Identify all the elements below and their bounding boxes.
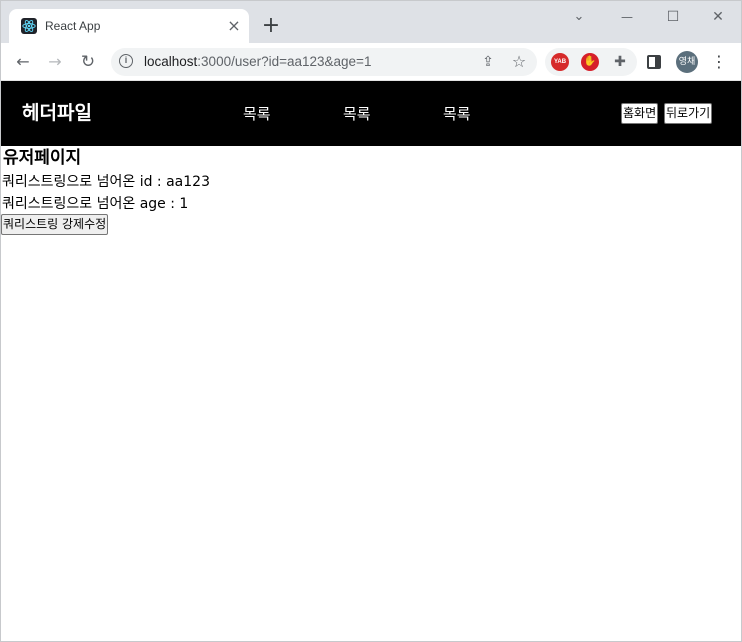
url-text[interactable]: localhost:3000/user?id=aa123&age=1 bbox=[144, 54, 371, 70]
yab-extension-icon[interactable]: YAB bbox=[551, 53, 569, 71]
page-title: 유저페이지 bbox=[3, 148, 82, 168]
force-edit-querystring-button[interactable]: 쿼리스트링 강제수정 bbox=[1, 214, 109, 235]
browser-menu-icon[interactable]: ⋮ bbox=[709, 49, 729, 75]
site-header: 헤더파일 목록 목록 목록 홈화면 뒤로가기 bbox=[1, 81, 741, 146]
maximize-icon[interactable]: ☐ bbox=[653, 5, 693, 29]
forward-arrow-icon[interactable]: → bbox=[42, 49, 68, 75]
browser-toolbar: ← → ↻ i localhost:3000/user?id=aa123&age… bbox=[1, 43, 741, 81]
query-age-text: 쿼리스트링으로 넘어온 age : 1 bbox=[2, 196, 189, 212]
tab-title: React App bbox=[45, 19, 101, 33]
address-bar[interactable]: i localhost:3000/user?id=aa123&age=1 ⇪ ☆ bbox=[111, 48, 537, 76]
extensions-puzzle-icon[interactable]: ✚ bbox=[611, 53, 629, 71]
home-button[interactable]: 홈화면 bbox=[621, 103, 659, 124]
tab-react-app[interactable]: React App × bbox=[9, 9, 249, 43]
bookmark-star-icon[interactable]: ☆ bbox=[508, 51, 530, 73]
tab-search-icon[interactable]: ⌄ bbox=[559, 5, 599, 29]
close-window-icon[interactable]: ✕ bbox=[698, 5, 738, 29]
react-icon bbox=[21, 18, 37, 34]
nav-item-1[interactable]: 목록 bbox=[243, 104, 271, 124]
back-button[interactable]: 뒤로가기 bbox=[664, 103, 713, 124]
nav-item-3[interactable]: 목록 bbox=[443, 104, 471, 124]
new-tab-icon[interactable]: + bbox=[259, 15, 283, 39]
minimize-icon[interactable]: — bbox=[607, 5, 647, 29]
nav-item-2[interactable]: 목록 bbox=[343, 104, 371, 124]
back-arrow-icon[interactable]: ← bbox=[10, 49, 36, 75]
tab-strip: React App × + ⌄ — ☐ ✕ bbox=[1, 1, 741, 43]
url-path: :3000/user?id=aa123&age=1 bbox=[197, 54, 372, 69]
url-host: localhost bbox=[144, 54, 198, 69]
extensions-group: YAB ✋ ✚ bbox=[545, 48, 637, 76]
reload-icon[interactable]: ↻ bbox=[75, 49, 101, 75]
site-logo: 헤더파일 bbox=[22, 102, 92, 124]
share-icon[interactable]: ⇪ bbox=[477, 51, 499, 73]
query-id-text: 쿼리스트링으로 넘어온 id : aa123 bbox=[2, 174, 210, 190]
site-info-icon[interactable]: i bbox=[119, 54, 133, 68]
side-panel-icon[interactable] bbox=[647, 55, 661, 69]
stop-hand-extension-icon[interactable]: ✋ bbox=[581, 53, 599, 71]
browser-window: React App × + ⌄ — ☐ ✕ ← → ↻ i localhost:… bbox=[0, 0, 742, 642]
profile-avatar[interactable]: 영채 bbox=[676, 51, 698, 73]
close-tab-icon[interactable]: × bbox=[225, 17, 243, 35]
page-content: 헤더파일 목록 목록 목록 홈화면 뒤로가기 유저페이지 쿼리스트링으로 넘어온… bbox=[1, 81, 741, 641]
